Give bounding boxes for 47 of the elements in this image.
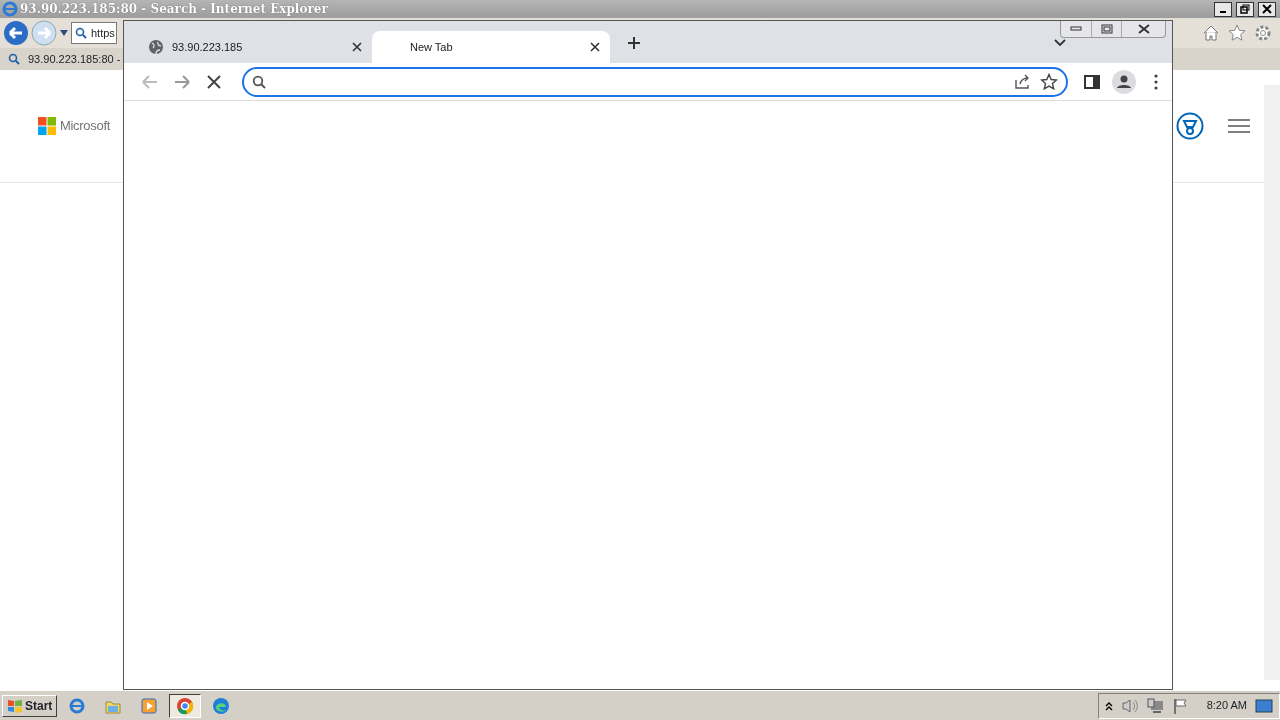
logo[interactable]: Microsoft bbox=[38, 116, 111, 136]
star-icon[interactable] bbox=[1228, 24, 1246, 42]
restore-button[interactable] bbox=[1236, 1, 1254, 17]
scrollbar[interactable] bbox=[1264, 85, 1280, 680]
back-icon[interactable] bbox=[3, 20, 29, 46]
close-icon bbox=[1137, 24, 1150, 34]
restore-icon bbox=[1240, 4, 1250, 14]
chrome-icon bbox=[175, 695, 196, 716]
profile-icon[interactable] bbox=[1112, 69, 1136, 94]
browser-tab[interactable]: 93.90.223.185 bbox=[134, 31, 372, 63]
more-icon[interactable] bbox=[1154, 73, 1158, 90]
close-button[interactable] bbox=[1258, 1, 1276, 17]
play-icon bbox=[139, 695, 160, 716]
flag-icon[interactable] bbox=[1172, 697, 1189, 714]
taskbar-button[interactable] bbox=[169, 693, 202, 718]
show-desktop-icon[interactable] bbox=[1255, 698, 1273, 713]
search-icon bbox=[75, 27, 87, 39]
minimize-button[interactable] bbox=[1214, 1, 1232, 17]
side-panel-icon[interactable] bbox=[1084, 74, 1100, 89]
search-icon bbox=[252, 74, 266, 89]
search-icon bbox=[8, 53, 20, 65]
share-icon[interactable] bbox=[1014, 73, 1032, 90]
dropdown-icon[interactable] bbox=[59, 29, 69, 37]
settings-icon[interactable] bbox=[1254, 24, 1272, 42]
address-field[interactable] bbox=[242, 66, 1068, 97]
windows-logo-icon bbox=[7, 698, 23, 713]
chevron-icon[interactable] bbox=[1054, 39, 1066, 47]
maximize-icon bbox=[1100, 24, 1113, 34]
start-button[interactable]: Start bbox=[2, 694, 58, 717]
window-title: 93.90.223.185:80 - Search - Internet Explorer bbox=[20, 1, 328, 18]
close-icon bbox=[1262, 4, 1272, 14]
chevron-up-icon[interactable] bbox=[1104, 700, 1113, 711]
address-field[interactable]: https bbox=[71, 22, 117, 44]
browser-tab[interactable]: New Tab bbox=[372, 31, 610, 63]
edge-icon bbox=[211, 695, 232, 716]
minimize-icon bbox=[1070, 26, 1082, 32]
reward-icon[interactable] bbox=[1176, 112, 1204, 140]
star-icon[interactable] bbox=[1040, 72, 1058, 91]
home-icon[interactable] bbox=[1202, 24, 1220, 42]
browser-tab[interactable]: 93.90.223.185:80 - bbox=[8, 50, 121, 68]
new-tab-icon[interactable] bbox=[627, 36, 641, 50]
close-icon[interactable] bbox=[590, 42, 600, 52]
close-icon[interactable] bbox=[352, 42, 362, 52]
globe-icon bbox=[148, 39, 164, 55]
clock[interactable]: 8:20 AM bbox=[1206, 697, 1247, 714]
menu-icon[interactable] bbox=[1228, 118, 1250, 134]
network-icon[interactable] bbox=[1146, 697, 1165, 714]
